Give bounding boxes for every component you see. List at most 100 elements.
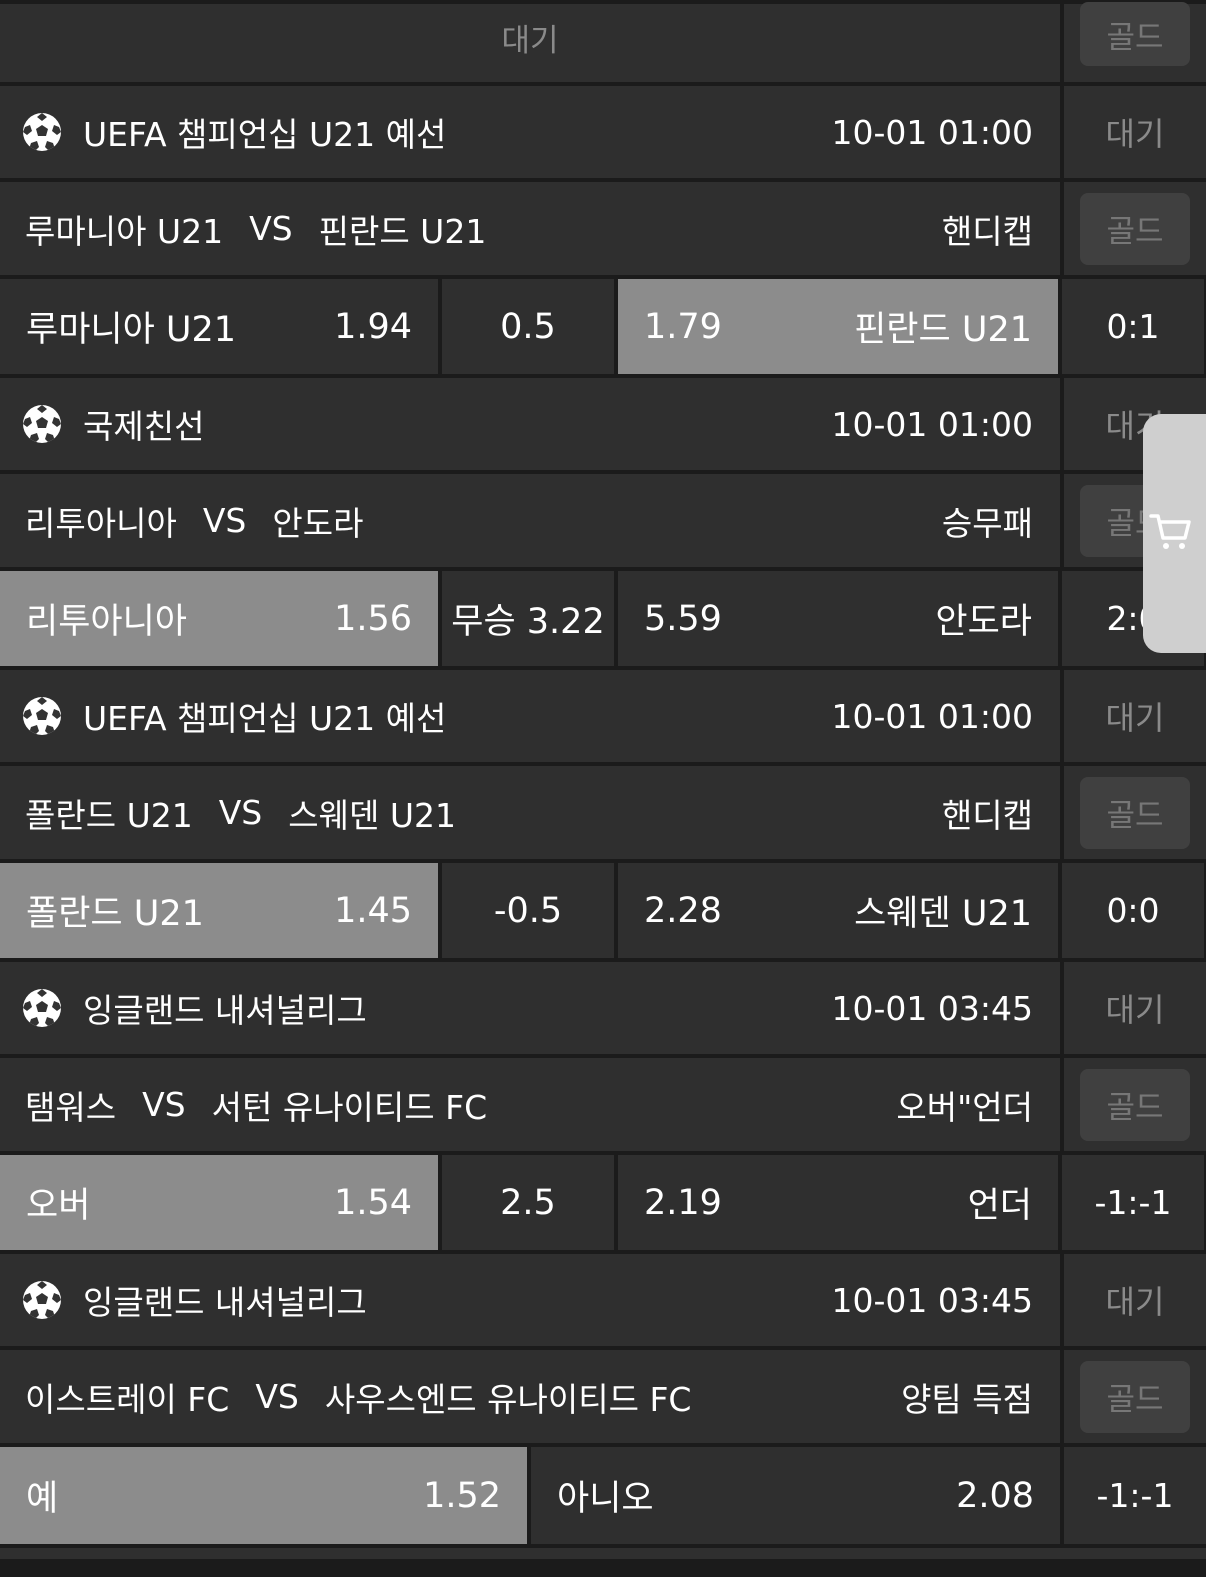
home-team: 리투아니아 <box>25 503 177 543</box>
yes-odd-button[interactable]: 예 1.52 <box>0 1447 527 1544</box>
home-odd-button[interactable]: 리투아니아 1.56 <box>0 571 438 666</box>
score-label: -1:-1 <box>1094 1183 1172 1222</box>
status-label: 대기 <box>1105 1283 1165 1321</box>
handicap-cell: 0.5 <box>442 279 614 374</box>
home-odd-name: 루마니아 U21 <box>26 310 237 350</box>
away-odd-button[interactable]: 1.79 핀란드 U21 <box>618 279 1058 374</box>
home-odd-button[interactable]: 폴란드 U21 1.45 <box>0 863 438 958</box>
league-header-row: 잉글랜드 내셔널리그 10-01 03:45 대기 <box>0 1254 1206 1346</box>
league-header: 국제친선 10-01 01:00 <box>0 378 1060 470</box>
league-header-row: UEFA 챔피언십 U21 예선 10-01 01:00 대기 <box>0 670 1206 762</box>
gold-button[interactable]: 골드 <box>1080 1360 1190 1433</box>
gold-button[interactable]: 골드 <box>1080 192 1190 265</box>
yes-odd-value: 1.52 <box>423 1475 501 1516</box>
gold-label: 골드 <box>1106 1382 1164 1418</box>
market-type: 핸디캡 <box>941 795 1033 835</box>
gold-button[interactable]: 골드 <box>1080 1068 1190 1141</box>
match-row: 이스트레이 FC VS 사우스엔드 유나이티드 FC 양팀 득점 골드 <box>0 1350 1206 1443</box>
soccer-ball-icon <box>23 989 61 1027</box>
match-teams: 이스트레이 FC VS 사우스엔드 유나이티드 FC 양팀 득점 <box>0 1350 1060 1443</box>
away-odd-name: 핀란드 U21 <box>854 310 1032 350</box>
away-odd-value: 2.19 <box>644 1182 722 1223</box>
match-teams: 폴란드 U21 VS 스웨덴 U21 핸디캡 <box>0 766 1060 859</box>
no-odd-button[interactable]: 아니오 2.08 <box>531 1447 1060 1544</box>
home-odd-value: 1.94 <box>334 306 412 347</box>
odds-row: 예 1.52 아니오 2.08 -1:-1 <box>0 1447 1206 1544</box>
match-time: 10-01 03:45 <box>831 988 1033 1028</box>
match-teams: 탬워스 VS 서턴 유나이티드 FC 오버"언더 <box>0 1058 1060 1151</box>
away-odd-button[interactable]: 2.28 스웨덴 U21 <box>618 863 1058 958</box>
match-row: 폴란드 U21 VS 스웨덴 U21 핸디캡 골드 <box>0 766 1206 859</box>
gold-label: 골드 <box>1106 1090 1164 1126</box>
match-status: 대기 <box>1064 86 1206 178</box>
home-odd-button[interactable]: 루마니아 U21 1.94 <box>0 279 438 374</box>
away-odd-name: 언더 <box>967 1186 1032 1226</box>
match-teams: 리투아니아 VS 안도라 승무패 <box>0 474 1060 567</box>
league-header: UEFA 챔피언십 U21 예선 10-01 01:00 <box>0 670 1060 762</box>
away-odd-button[interactable]: 5.59 안도라 <box>618 571 1058 666</box>
top-side: 골드 <box>1064 2 1206 82</box>
league-name: 국제친선 <box>83 407 205 446</box>
league-header-row: 잉글랜드 내셔널리그 10-01 03:45 대기 <box>0 962 1206 1054</box>
market-type: 양팀 득점 <box>901 1379 1033 1419</box>
score-label: -1:-1 <box>1096 1476 1174 1515</box>
soccer-ball-icon <box>23 405 61 443</box>
away-odd-value: 2.28 <box>644 890 722 931</box>
home-odd-name: 리투아니아 <box>26 602 188 642</box>
match-time: 10-01 01:00 <box>831 696 1033 736</box>
league-header: 잉글랜드 내셔널리그 10-01 03:45 <box>0 1254 1060 1346</box>
handicap-cell: -0.5 <box>442 863 614 958</box>
league-header-row: 국제친선 10-01 01:00 대기 <box>0 378 1206 470</box>
cart-tab[interactable] <box>1143 414 1206 653</box>
away-odd-name: 안도라 <box>935 602 1032 642</box>
league-name: 잉글랜드 내셔널리그 <box>83 991 367 1030</box>
gold-cell: 골드 <box>1064 1350 1206 1443</box>
home-odd-value: 1.56 <box>334 598 412 639</box>
home-team: 탬워스 <box>25 1087 117 1127</box>
status-label: 대기 <box>1105 699 1165 737</box>
home-odd-value: 1.54 <box>334 1182 412 1223</box>
league-name: UEFA 챔피언십 U21 예선 <box>83 699 447 738</box>
handicap-value: 0.5 <box>500 306 556 347</box>
draw-odd-button[interactable]: 무승 3.22 <box>442 571 614 666</box>
gold-cell: 골드 <box>1064 766 1206 859</box>
gold-cell: 골드 <box>1064 1058 1206 1151</box>
match-status: 대기 <box>1064 962 1206 1054</box>
away-team: 핀란드 U21 <box>318 211 487 251</box>
odds-row: 오버 1.54 2.5 2.19 언더 -1:-1 <box>0 1155 1206 1250</box>
no-odd-value: 2.08 <box>956 1475 1034 1516</box>
odds-row: 루마니아 U21 1.94 0.5 1.79 핀란드 U21 0:1 <box>0 279 1206 374</box>
status-label: 대기 <box>1105 991 1165 1029</box>
gold-button[interactable]: 골드 <box>1080 776 1190 849</box>
league-name: UEFA 챔피언십 U21 예선 <box>83 115 447 154</box>
handicap-value: -0.5 <box>493 890 563 931</box>
match-time: 10-01 01:00 <box>831 404 1033 444</box>
match-row: 탬워스 VS 서턴 유나이티드 FC 오버"언더 골드 <box>0 1058 1206 1151</box>
match-row: 리투아니아 VS 안도라 승무패 골드 <box>0 474 1206 567</box>
home-odd-name: 오버 <box>26 1186 91 1226</box>
no-odd-name: 아니오 <box>557 1479 654 1519</box>
home-odd-button[interactable]: 오버 1.54 <box>0 1155 438 1250</box>
match-status: 대기 <box>1064 1254 1206 1346</box>
vs-label: VS <box>249 209 293 248</box>
league-name: 잉글랜드 내셔널리그 <box>83 1283 367 1322</box>
away-odd-button[interactable]: 2.19 언더 <box>618 1155 1058 1250</box>
top-status: 대기 <box>0 4 1060 82</box>
score-cell: -1:-1 <box>1062 1155 1204 1250</box>
home-team: 루마니아 U21 <box>25 211 224 251</box>
away-team: 안도라 <box>272 503 364 543</box>
status-label: 대기 <box>1105 115 1165 153</box>
line-value: 2.5 <box>500 1182 556 1223</box>
vs-label: VS <box>218 793 263 832</box>
away-team: 스웨덴 U21 <box>288 795 456 835</box>
line-cell: 2.5 <box>442 1155 614 1250</box>
vs-label: VS <box>142 1085 186 1124</box>
score-cell: -1:-1 <box>1064 1447 1206 1544</box>
top-gold-button[interactable]: 골드 <box>1080 2 1190 66</box>
home-team: 이스트레이 FC <box>25 1379 230 1419</box>
top-row: 대기 골드 <box>0 2 1206 82</box>
league-header: 잉글랜드 내셔널리그 10-01 03:45 <box>0 962 1060 1054</box>
home-team: 폴란드 U21 <box>25 795 193 835</box>
match-status: 대기 <box>1064 670 1206 762</box>
away-team: 서턴 유나이티드 FC <box>211 1087 488 1127</box>
